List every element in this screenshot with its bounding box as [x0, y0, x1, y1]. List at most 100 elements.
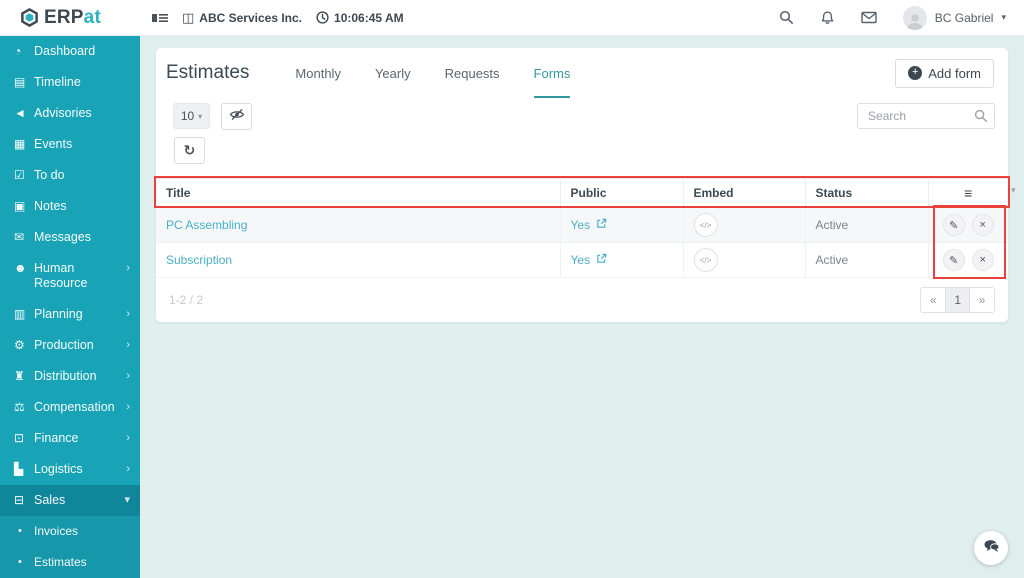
eye-slash-icon — [229, 108, 245, 126]
app-logo[interactable]: ERPat — [0, 7, 140, 29]
sidebar-item-production[interactable]: ⚙ Production › — [0, 330, 140, 361]
bank-icon: ♜ — [14, 369, 25, 383]
chevron-right-icon: › — [126, 262, 130, 274]
pagination-prev-button[interactable]: « — [921, 287, 946, 312]
sidebar-item-timeline[interactable]: ▤ Timeline — [0, 67, 140, 98]
close-icon: × — [979, 219, 986, 231]
caret-down-icon: ▾ — [1001, 12, 1006, 22]
table-row: PC Assembling Yes </> Active ✎ × — [156, 207, 1008, 243]
sidebar: ◔ Dashboard ▤ Timeline ◄ Advisories ▦ Events… — [0, 36, 140, 578]
users-icon: ☻ — [14, 261, 27, 275]
user-menu[interactable]: BC Gabriel ▾ — [902, 5, 1006, 30]
column-header-status[interactable]: Status — [805, 178, 929, 208]
column-header-title[interactable]: Title — [156, 178, 561, 208]
scales-icon: ⚖ — [14, 400, 25, 414]
delete-button[interactable]: × — [971, 249, 994, 271]
money-icon: ⊡ — [14, 431, 25, 445]
sidebar-item-logistics[interactable]: ▙ Logistics › — [0, 454, 140, 485]
edit-button[interactable]: ✎ — [942, 249, 965, 271]
briefcase-icon: ▥ — [14, 307, 26, 321]
building-icon: ◫ — [182, 9, 195, 25]
messages-envelope-icon[interactable] — [861, 11, 877, 24]
pencil-icon: ✎ — [949, 254, 959, 267]
page-title: Estimates — [166, 62, 250, 83]
tab-forms[interactable]: Forms — [533, 48, 571, 98]
sidebar-item-notes[interactable]: ▣ Notes — [0, 191, 140, 222]
top-bar: ERPat ◫ ABC Services Inc. 10:06:45 AM BC… — [0, 0, 1024, 36]
external-link-icon[interactable] — [596, 218, 607, 232]
chevron-right-icon: › — [126, 432, 130, 444]
chevron-right-icon: › — [126, 401, 130, 413]
add-form-button[interactable]: + Add form — [895, 58, 994, 88]
embed-code-button[interactable]: </> — [693, 213, 718, 237]
company-name: ◫ ABC Services Inc. — [182, 9, 303, 25]
sales-submenu: •Invoices •Estimates •Items — [0, 516, 140, 578]
delete-button[interactable]: × — [971, 214, 994, 236]
sidebar-item-distribution[interactable]: ♜ Distribution › — [0, 361, 140, 392]
search-icon — [974, 109, 988, 128]
erpat-logo-icon — [20, 8, 39, 27]
row-title-link[interactable]: PC Assembling — [166, 218, 247, 232]
envelope-icon: ✉ — [14, 230, 25, 244]
sidebar-item-human-resource[interactable]: ☻ Human Resource › — [0, 253, 140, 299]
app-logo-text: ERPat — [44, 6, 101, 28]
toggle-columns-button[interactable] — [221, 103, 252, 130]
pagination: « 1 » — [920, 286, 995, 313]
sidebar-toggle-icon[interactable] — [152, 12, 168, 24]
tabs: Monthly Yearly Requests Forms — [295, 48, 571, 98]
column-header-embed[interactable]: Embed — [683, 178, 806, 208]
timeline-icon: ▤ — [14, 75, 26, 89]
search-icon[interactable] — [779, 10, 794, 25]
chat-button[interactable] — [974, 531, 1008, 565]
pagination-page-1[interactable]: 1 — [945, 287, 970, 312]
sidebar-item-events[interactable]: ▦ Events — [0, 129, 140, 160]
bullet-icon: • — [18, 525, 22, 537]
edit-button[interactable]: ✎ — [942, 214, 965, 236]
row-title-link[interactable]: Subscription — [166, 253, 232, 267]
sidebar-item-todo[interactable]: ☑ To do — [0, 160, 140, 191]
sidebar-item-compensation[interactable]: ⚖ Compensation › — [0, 392, 140, 423]
table-row: Subscription Yes </> Active ✎ × — [156, 242, 1008, 278]
chevron-right-icon: › — [126, 339, 130, 351]
chevron-down-icon: ▾ — [124, 494, 130, 506]
table-search — [857, 103, 995, 129]
tab-monthly[interactable]: Monthly — [295, 48, 341, 98]
chevron-right-icon: › — [126, 370, 130, 382]
gauge-icon: ◔ — [14, 44, 22, 58]
status-text: Active — [815, 218, 849, 232]
notes-icon: ▣ — [14, 199, 26, 213]
public-yes-link[interactable]: Yes — [571, 253, 591, 267]
column-sort-caret-icon[interactable]: ▾ — [1011, 185, 1016, 196]
refresh-icon: ↻ — [183, 142, 196, 158]
column-menu-icon[interactable]: ≡ — [928, 178, 1008, 208]
bullet-icon: • — [18, 556, 22, 568]
column-header-public[interactable]: Public — [560, 178, 684, 208]
embed-code-button[interactable]: </> — [693, 248, 718, 272]
megaphone-icon: ◄ — [14, 106, 26, 120]
sidebar-item-estimates[interactable]: • Estimates — [0, 547, 140, 578]
sidebar-item-dashboard[interactable]: ◔ Dashboard — [0, 36, 140, 67]
forms-table: Title Public Embed Status ≡ PC Assemblin… — [156, 178, 1008, 278]
estimates-card: Estimates Monthly Yearly Requests Forms … — [156, 48, 1008, 322]
sidebar-item-advisories[interactable]: ◄ Advisories — [0, 98, 140, 129]
todo-icon: ☑ — [14, 168, 25, 182]
notifications-bell-icon[interactable] — [820, 10, 835, 25]
tab-yearly[interactable]: Yearly — [375, 48, 411, 98]
page-size-select[interactable]: 10 ▾ — [173, 103, 210, 129]
refresh-button[interactable]: ↻ — [174, 137, 205, 164]
pagination-next-button[interactable]: » — [970, 287, 994, 312]
cart-icon: ⊟ — [14, 493, 25, 507]
external-link-icon[interactable] — [596, 253, 607, 267]
sidebar-item-messages[interactable]: ✉ Messages — [0, 222, 140, 253]
public-yes-link[interactable]: Yes — [571, 218, 591, 232]
tab-requests[interactable]: Requests — [445, 48, 500, 98]
clock-icon — [316, 11, 329, 24]
sidebar-item-finance[interactable]: ⊡ Finance › — [0, 423, 140, 454]
sidebar-item-sales[interactable]: ⊟ Sales ▾ — [0, 485, 140, 516]
chat-bubble-icon — [983, 539, 1000, 558]
status-text: Active — [815, 253, 849, 267]
sidebar-item-invoices[interactable]: • Invoices — [0, 516, 140, 547]
caret-down-icon: ▾ — [198, 111, 203, 121]
table-header-row: Title Public Embed Status ≡ — [156, 178, 1008, 208]
sidebar-item-planning[interactable]: ▥ Planning › — [0, 299, 140, 330]
